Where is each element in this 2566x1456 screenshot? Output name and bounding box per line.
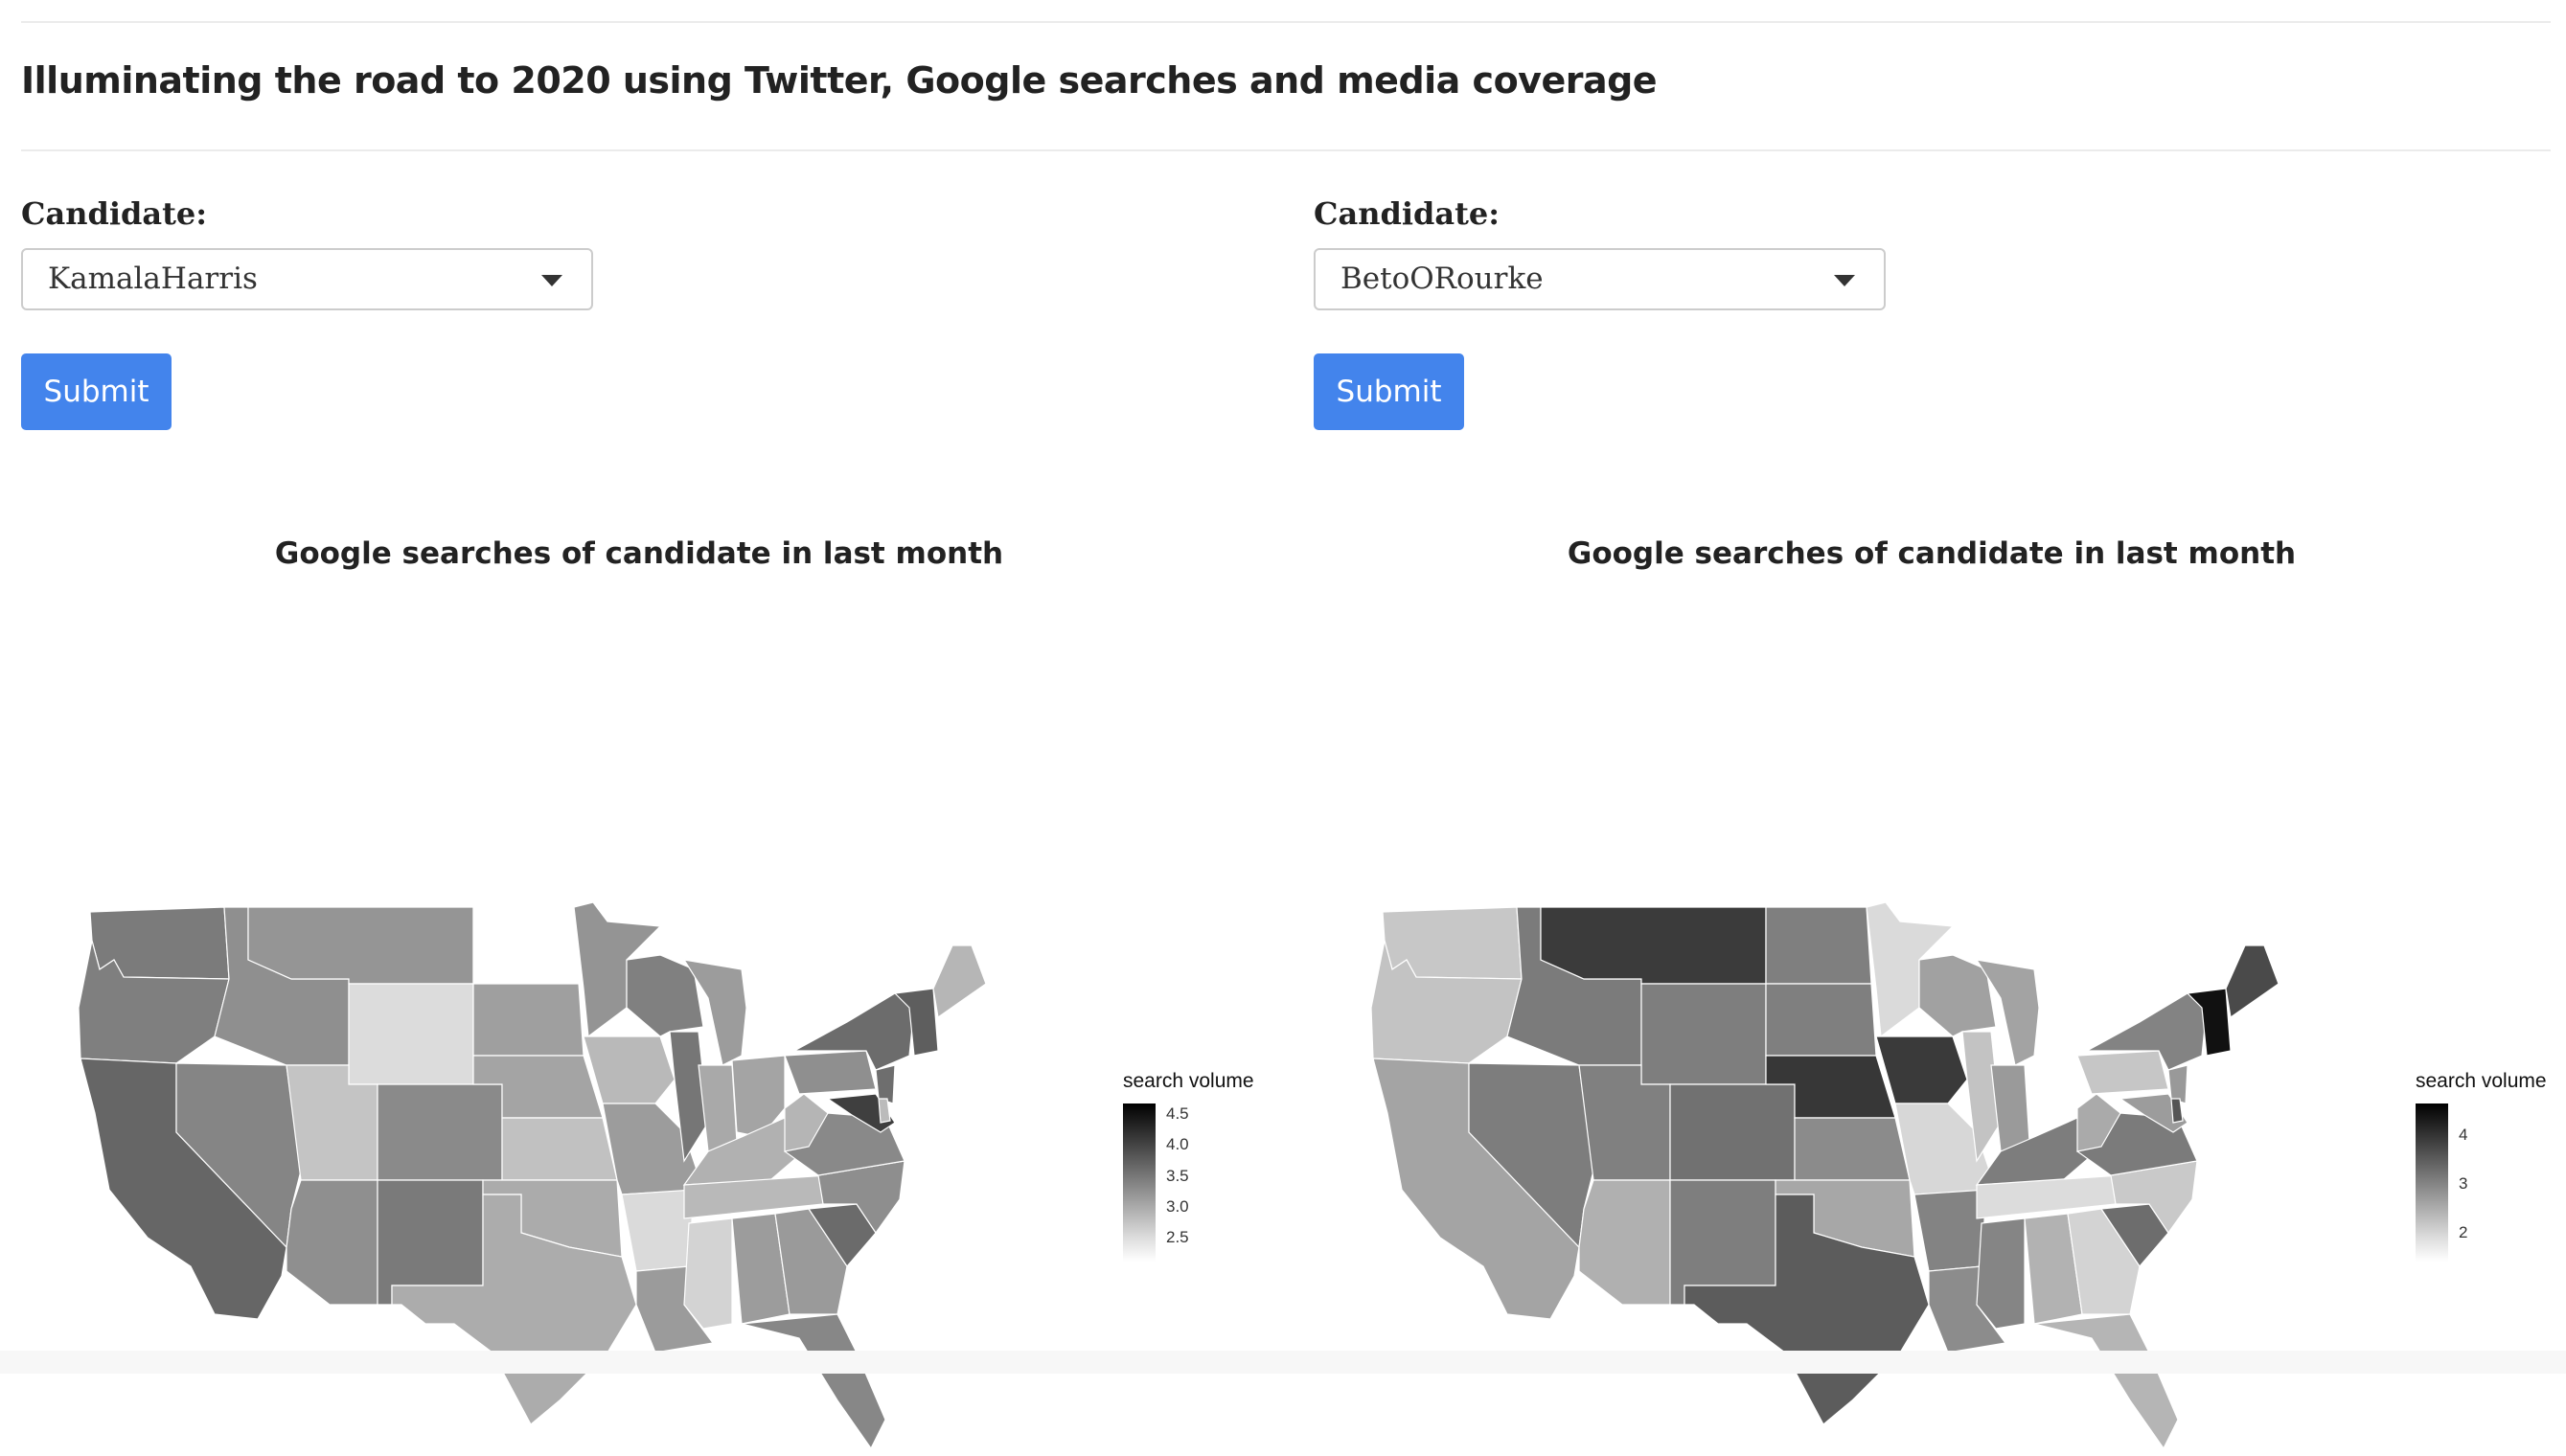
state-KS (501, 1117, 618, 1181)
candidate-panel-left: Candidate: KamalaHarris Submit Google se… (21, 192, 1267, 1450)
state-FL (2033, 1313, 2179, 1450)
submit-button[interactable]: Submit (1314, 353, 1464, 430)
state-SD (1765, 983, 1877, 1057)
legend-tick: 4 (2459, 1126, 2467, 1144)
choropleth-map: search volume 4 3 2 (1370, 901, 2547, 1450)
state-AZ (1578, 1179, 1671, 1306)
candidate-select-value: KamalaHarris (48, 262, 258, 296)
legend-tick: 3 (2459, 1174, 2467, 1193)
candidate-label: Candidate: (21, 195, 208, 232)
candidate-select[interactable]: KamalaHarris (21, 248, 593, 310)
candidate-panel-right: Candidate: BetoORourke Submit Google sea… (1314, 192, 2559, 1450)
state-WY (348, 983, 474, 1085)
top-divider (21, 21, 2551, 23)
page-title: Illuminating the road to 2020 using Twit… (21, 59, 1658, 102)
map-title: Google searches of candidate in last mon… (274, 536, 1004, 571)
state-KS (1794, 1117, 1911, 1181)
state-IA (1875, 1035, 1968, 1104)
map-title: Google searches of candidate in last mon… (1567, 536, 2297, 571)
legend-tick: 2.5 (1166, 1228, 1189, 1246)
state-ND (1765, 906, 1872, 985)
state-ND (472, 906, 580, 985)
candidate-select-value: BetoORourke (1340, 262, 1544, 296)
legend-ticks: 4.5 4.0 3.5 3.0 2.5 (1166, 1104, 1189, 1246)
state-WY (1640, 983, 1767, 1085)
state-IA (583, 1035, 676, 1104)
submit-button[interactable]: Submit (21, 353, 172, 430)
state-PA (2076, 1050, 2169, 1095)
legend-tick: 4.5 (1166, 1104, 1189, 1123)
state-CO (1669, 1083, 1796, 1181)
legend-tick: 3.0 (1166, 1197, 1189, 1216)
state-AR (621, 1189, 695, 1272)
footer-strip (0, 1351, 2566, 1374)
legend-tick: 4.0 (1166, 1135, 1189, 1153)
choropleth-map: search volume 4.5 4.0 3.5 3.0 2.5 (78, 901, 1254, 1450)
state-SD (472, 983, 584, 1057)
state-MT (247, 906, 474, 985)
state-AZ (286, 1179, 378, 1306)
chevron-down-icon (541, 275, 562, 286)
legend-tick: 3.5 (1166, 1167, 1189, 1185)
legend-title: search volume (1123, 1070, 1254, 1092)
state-MT (1540, 906, 1767, 985)
legend-ticks: 4 3 2 (2459, 1126, 2467, 1241)
state-AR (1913, 1189, 1987, 1272)
state-MS (1976, 1217, 2026, 1330)
header-divider (21, 149, 2551, 151)
chevron-down-icon (1834, 275, 1855, 286)
state-CO (377, 1083, 503, 1181)
legend-tick: 2 (2459, 1223, 2467, 1241)
state-MS (683, 1217, 733, 1330)
state-IN (698, 1064, 738, 1152)
state-ME (2225, 944, 2280, 1019)
state-IN (1990, 1064, 2030, 1152)
candidate-label: Candidate: (1314, 195, 1501, 232)
legend-title: search volume (2416, 1070, 2547, 1092)
legend-colorbar (2416, 1103, 2448, 1262)
state-ME (932, 944, 987, 1019)
state-FL (741, 1313, 886, 1450)
state-PA (784, 1050, 877, 1095)
candidate-select[interactable]: BetoORourke (1314, 248, 1886, 310)
legend-colorbar (1123, 1103, 1156, 1262)
